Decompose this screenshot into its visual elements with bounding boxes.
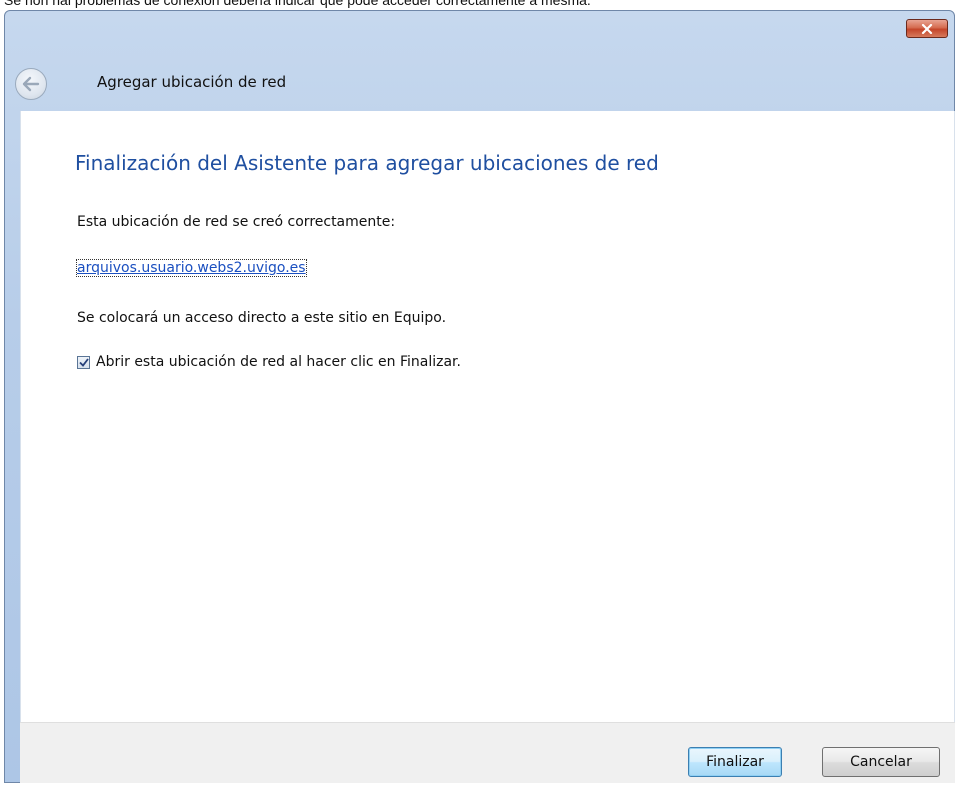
- back-arrow-icon: [22, 76, 40, 92]
- finish-button[interactable]: Finalizar: [688, 747, 782, 777]
- button-bar: Finalizar Cancelar: [20, 722, 955, 783]
- shortcut-message: Se colocará un acceso directo a este sit…: [77, 310, 447, 326]
- open-location-option[interactable]: Abrir esta ubicación de red al hacer cli…: [77, 354, 461, 370]
- success-message: Esta ubicación de red se creó correctame…: [77, 214, 396, 230]
- cancel-button[interactable]: Cancelar: [822, 747, 940, 777]
- checkmark-icon: [78, 357, 89, 367]
- back-button[interactable]: [15, 68, 47, 100]
- page-caption: Se non hai problemas de conexión debería…: [4, 0, 591, 26]
- window-title: Agregar ubicación de red: [97, 73, 287, 91]
- open-location-checkbox[interactable]: [77, 355, 90, 369]
- close-icon: [921, 23, 933, 34]
- close-button[interactable]: [906, 19, 948, 38]
- wizard-content: Finalización del Asistente para agregar …: [20, 111, 955, 722]
- network-location-link[interactable]: arquivos.usuario.webs2.uvigo.es: [76, 259, 307, 277]
- open-location-label: Abrir esta ubicación de red al hacer cli…: [96, 354, 461, 370]
- caption-text: Se non hai problemas de conexión debería…: [4, 0, 591, 8]
- wizard-window: Agregar ubicación de red Finalización de…: [4, 10, 955, 783]
- page-title: Finalización del Asistente para agregar …: [75, 151, 659, 175]
